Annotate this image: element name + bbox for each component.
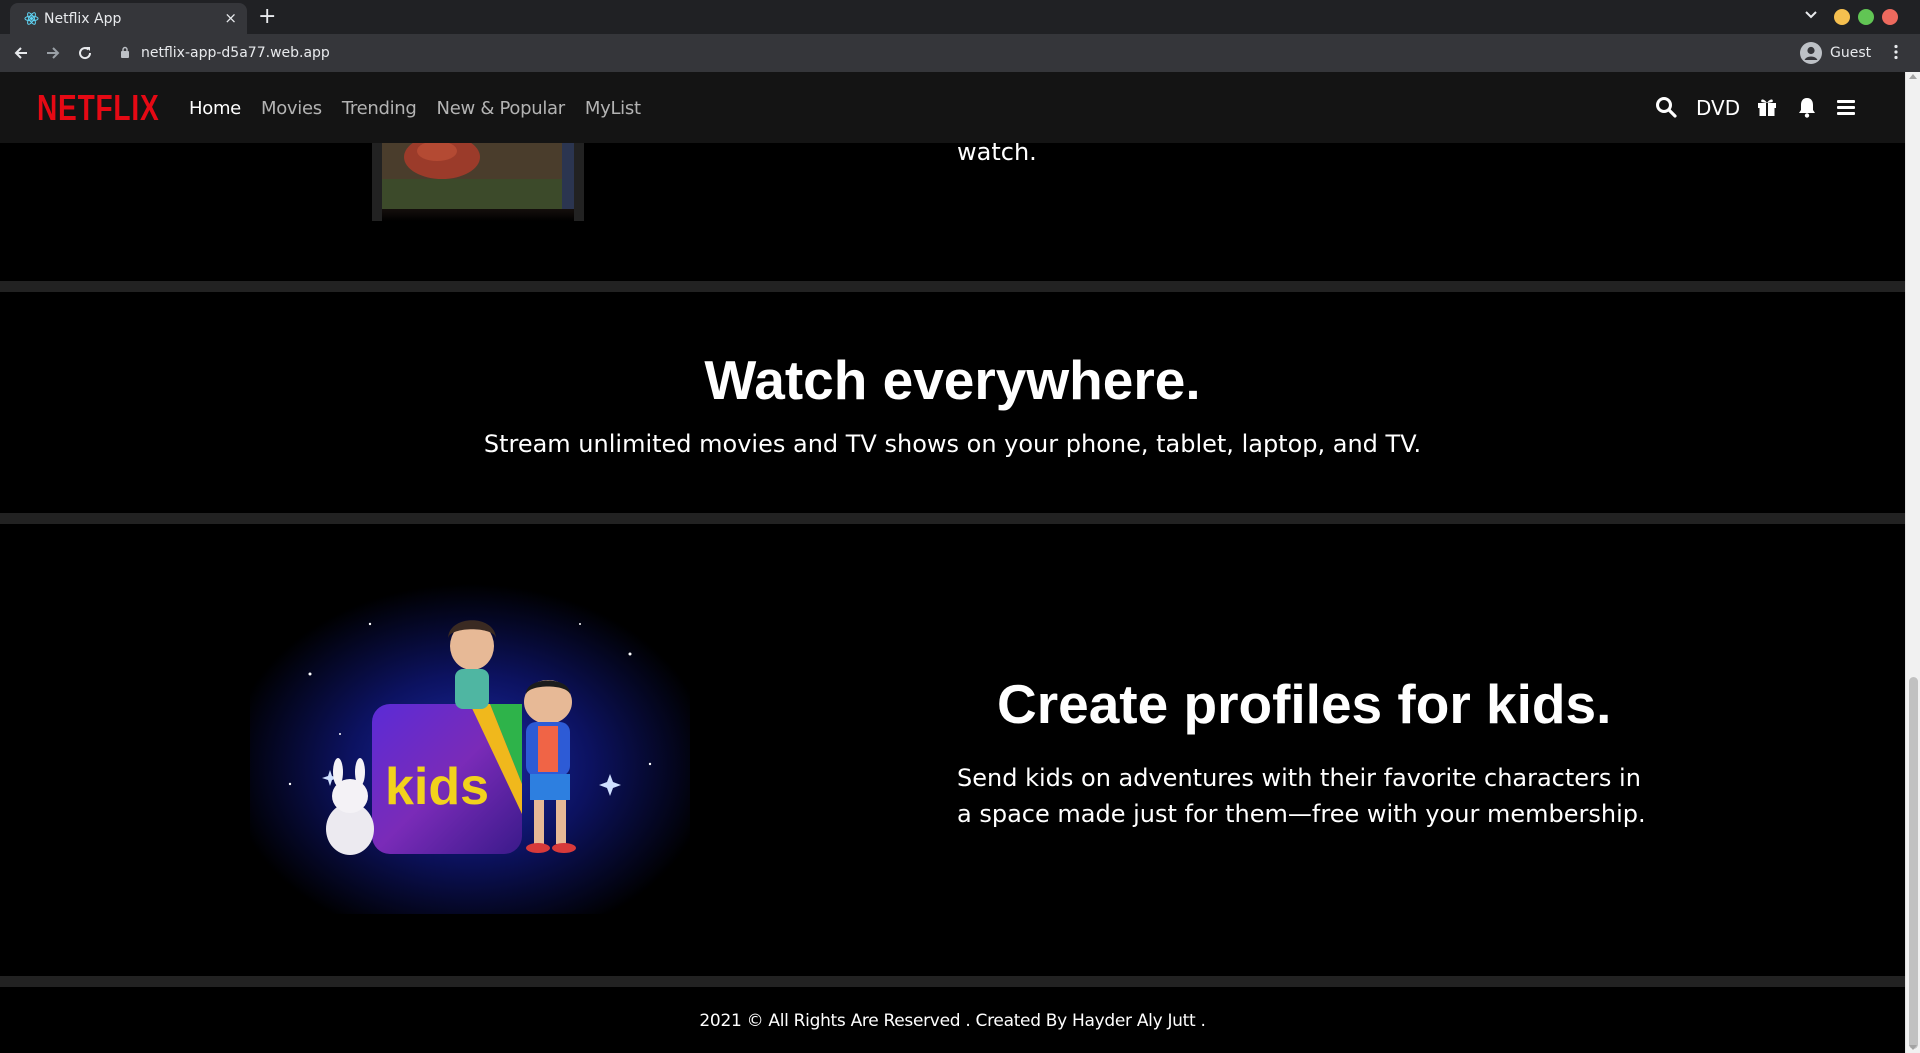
nav-item-home[interactable]: Home — [189, 98, 241, 119]
nav-item-trending[interactable]: Trending — [342, 98, 417, 119]
tab-close-icon[interactable]: × — [224, 9, 237, 27]
page-scrollbar[interactable] — [1905, 72, 1920, 1053]
nav-item-mylist[interactable]: MyList — [585, 98, 641, 119]
browser-tab[interactable]: Netflix App × — [10, 3, 247, 34]
kids-profiles-subtitle: Send kids on adventures with their favor… — [957, 764, 1646, 828]
kids-profiles-title: Create profiles for kids. — [997, 673, 1612, 735]
phone-download-image — [372, 139, 584, 221]
section-divider — [0, 976, 1905, 987]
kids-profile-image: kids — [250, 584, 690, 914]
browser-menu-icon[interactable] — [1894, 44, 1898, 60]
window-maximize-button[interactable] — [1858, 9, 1874, 25]
site-header: NETFLIX Home Movies Trending New & Popul… — [0, 72, 1905, 143]
watch-everywhere-section: Watch everywhere. Stream unlimited movie… — [0, 292, 1905, 513]
dvd-link[interactable]: DVD — [1696, 96, 1740, 120]
main-nav: Home Movies Trending New & Popular MyLis… — [189, 98, 661, 119]
download-section: watch. — [0, 138, 1905, 281]
kids-profiles-section: kids Create profiles for kids. Send kids… — [0, 524, 1905, 976]
scroll-down-arrow-icon[interactable] — [1909, 1045, 1917, 1050]
watch-everywhere-subtitle: Stream unlimited movies and TV shows on … — [483, 430, 1422, 458]
nav-item-new-popular[interactable]: New & Popular — [437, 98, 566, 119]
forward-arrow-icon[interactable] — [44, 44, 62, 62]
gift-icon[interactable] — [1756, 96, 1778, 118]
search-icon[interactable] — [1655, 96, 1677, 118]
netflix-logo[interactable]: NETFLIX — [37, 87, 159, 129]
menu-icon[interactable] — [1836, 96, 1856, 118]
tab-search-chevron-icon[interactable] — [1804, 8, 1818, 22]
window-close-button[interactable] — [1882, 9, 1898, 25]
back-arrow-icon[interactable] — [12, 44, 30, 62]
reload-icon[interactable] — [76, 44, 94, 62]
site-footer: 2021 © All Rights Are Reserved . Created… — [0, 987, 1905, 1053]
watch-everywhere-title: Watch everywhere. — [704, 349, 1201, 411]
kids-badge-text: kids — [385, 758, 489, 816]
section-divider — [0, 281, 1905, 292]
lock-icon[interactable] — [120, 46, 130, 59]
tab-title: Netflix App — [44, 11, 122, 27]
profile-button[interactable]: Guest — [1796, 40, 1882, 66]
browser-tab-strip: Netflix App × + — [0, 0, 1920, 34]
browser-toolbar: netflix-app-d5a77.web.app Guest — [0, 34, 1920, 72]
window-minimize-button[interactable] — [1834, 9, 1850, 25]
nav-item-movies[interactable]: Movies — [261, 98, 322, 119]
react-favicon-icon — [24, 12, 39, 25]
new-tab-button[interactable]: + — [258, 4, 276, 29]
address-bar-url[interactable]: netflix-app-d5a77.web.app — [141, 45, 330, 61]
footer-copyright: 2021 © All Rights Are Reserved . Created… — [699, 1011, 1206, 1031]
section-divider — [0, 513, 1905, 524]
scrollbar-thumb[interactable] — [1909, 677, 1918, 1049]
bell-icon[interactable] — [1797, 96, 1817, 118]
page-viewport: NETFLIX Home Movies Trending New & Popul… — [0, 72, 1920, 1053]
profile-name: Guest — [1830, 45, 1872, 61]
profile-avatar-icon — [1800, 42, 1822, 64]
netflix-page: NETFLIX Home Movies Trending New & Popul… — [0, 72, 1905, 1053]
scroll-up-arrow-icon[interactable] — [1909, 74, 1917, 79]
